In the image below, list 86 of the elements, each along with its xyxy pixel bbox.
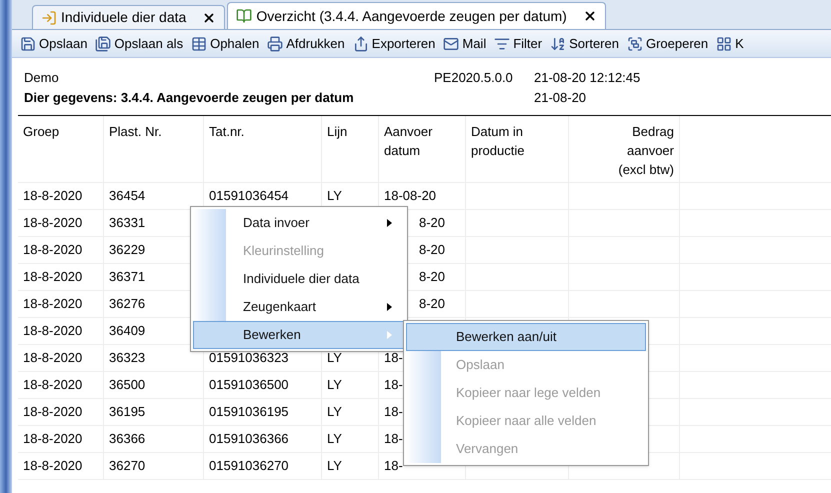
toolbar-button[interactable]: K [716,34,744,54]
menu-item[interactable]: Data invoer [193,209,405,237]
column-header: Plast. Nr. [109,124,162,139]
table-cell-text: LY [327,403,342,422]
table-cell-text: 18- [384,457,403,476]
version-label: PE2020.5.0.0 [434,69,514,87]
toolbar-button[interactable]: Ophalen [191,34,260,54]
table-cell-text: 01591036454 [209,187,289,206]
column-header: Tat.nr. [209,124,244,139]
table-cell-text: 18-8-2020 [23,295,82,314]
table-cell-text: 36371 [109,268,146,286]
report-title: Dier gegevens: 3.4.4. Aangevoerde zeugen per datum [24,88,355,107]
table-cell-text: 18-8-2020 [23,376,82,394]
table-cell-text: 18-8-2020 [23,403,82,422]
table-cell-text: 01591036366 [209,430,289,448]
column-header: Bedrag aanvoer (excl btw) [618,124,674,177]
table-cell-text: LY [327,187,342,206]
close-icon[interactable] [582,9,597,23]
toolbar-button[interactable]: Sorteren [550,34,619,54]
table-cell-text: 18-8-2020 [23,322,82,340]
table-cell-text: 18-8-2020 [23,214,82,232]
book-icon [236,8,252,24]
toolbar-button[interactable]: Filter [494,34,542,54]
menu-item[interactable]: Zeugenkaart [193,293,405,321]
table-cell-text: LY [327,349,342,368]
table-cell-text: 8-20 [418,268,445,286]
toolbar-button[interactable]: Groeperen [626,34,708,54]
table-cell-text: 36454 [109,187,146,206]
table-cell-text: 18-8-2020 [23,430,82,448]
table-cell-text: 8-20 [418,241,445,260]
sort-icon [550,36,566,52]
column-header: Aanvoer datum [384,124,432,158]
table-cell-text: 01591036500 [209,376,289,394]
envelope-icon [443,36,460,52]
table-cell-text: 18-8-2020 [23,457,82,476]
column-header: Datum in productie [471,124,524,158]
table-cell-text: 01591036270 [209,457,289,476]
table-cell-text: 18- [384,376,403,394]
tab[interactable]: Overzicht (3.4.4. Aangevoerde zeugen per datum) [227,2,606,29]
close-icon[interactable] [202,10,216,24]
table-cell-text: 18-8-2020 [23,349,82,368]
table-cell-text: 36195 [109,403,146,422]
table-cell-text: 36323 [109,349,146,368]
toolbar-button[interactable]: Afdrukken [267,34,345,54]
table-cell-text: 8-20 [418,214,445,232]
table-cell-text: 18- [384,349,403,368]
table-cell-text: 36409 [109,322,146,340]
table-cell-text: 36276 [109,295,146,314]
company-name: Demo [24,69,60,87]
column-header: Lijn [327,124,348,139]
table-cell-text: 18- [384,403,403,422]
toolbar-button[interactable]: Mail [443,34,486,54]
share-icon [352,36,369,52]
table-cell-text: 36366 [109,430,146,448]
table-cell-text: 36500 [109,376,146,394]
table-cell-text: 18-8-2020 [23,241,82,260]
table-cell-text: 18-8-2020 [23,268,82,286]
group-icon [626,36,643,52]
table-cell-text: 01591036195 [209,403,289,422]
table-cell-text: LY [327,376,342,394]
menu-item[interactable]: Individuele dier data [193,265,405,293]
grid-icon [716,36,732,52]
table-cell-text: 18-8-2020 [23,187,82,206]
menu-item[interactable]: Bewerken [193,321,405,349]
table-icon [191,36,208,52]
column-header: Groep [23,124,60,139]
table-cell-text: 36270 [109,457,146,476]
print-timestamp: 21-08-20 12:12:45 [534,69,640,87]
filter-icon [494,36,510,52]
table-cell-text: 36331 [109,214,146,232]
table-cell-text: 18- [384,430,403,448]
floppy-disks-icon [95,36,112,52]
table-cell-text: 36229 [109,241,146,260]
table-cell-text: LY [327,430,342,448]
table-cell-text: 18-08-20 [384,187,436,206]
table-cell-text: 8-20 [418,295,445,314]
arrow-icon [41,10,57,26]
tab[interactable]: Individuele dier data [32,5,226,29]
toolbar-button[interactable]: Opslaan als [95,34,184,54]
table-cell-text: 01591036323 [209,349,289,368]
table-cell-text: LY [327,457,342,476]
menu-item[interactable]: Bewerken aan/uit [406,323,646,351]
printer-icon [267,36,284,52]
report-date: 21-08-20 [534,88,588,106]
toolbar-button[interactable]: Opslaan [20,34,88,54]
toolbar-button[interactable]: Exporteren [352,34,436,54]
